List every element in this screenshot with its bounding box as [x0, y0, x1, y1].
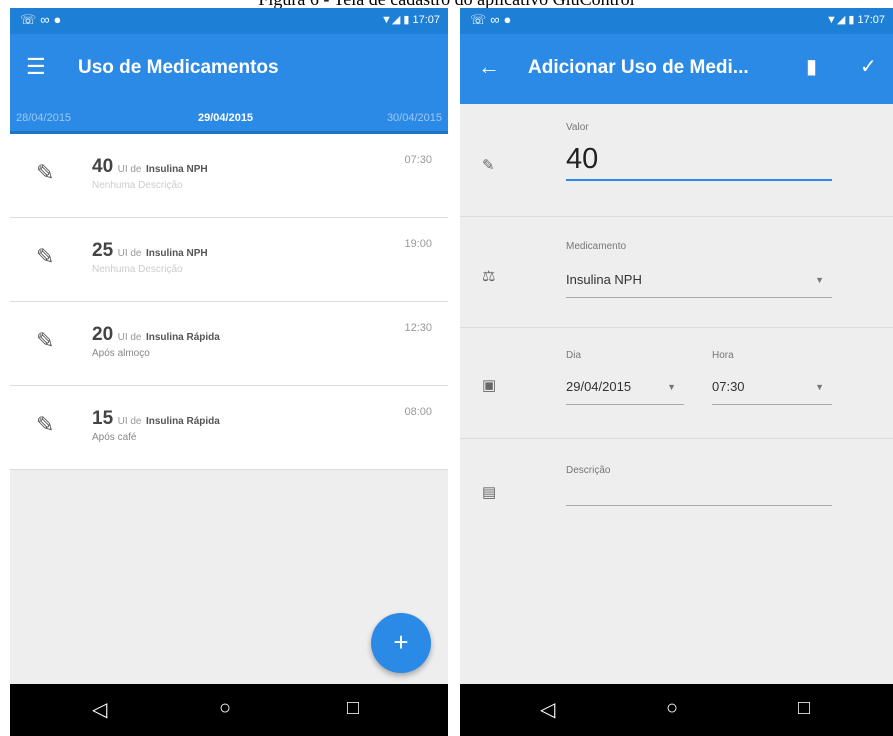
notification-icons: ☏∞● — [470, 12, 516, 27]
entry-value: 40 — [92, 156, 114, 177]
entry-medication: Insulina Rápida — [145, 332, 220, 343]
day-label: Dia — [566, 350, 582, 361]
status-bar: ☏∞● ▼◢ ▮ 17:07 — [460, 8, 893, 34]
entry-time: 07:30 — [404, 154, 432, 166]
tab-next-date[interactable]: 30/04/2015 — [387, 112, 442, 124]
system-icons: ▼◢ ▮ 17:07 — [380, 14, 440, 26]
syringe-icon: ✎ — [36, 412, 55, 437]
entry-medication: Insulina NPH — [145, 164, 208, 175]
recents-square-icon[interactable]: □ — [798, 697, 810, 720]
syringe-icon: ✎ — [36, 328, 55, 353]
system-icons: ▼◢ ▮ 17:07 — [825, 14, 885, 26]
back-triangle-icon[interactable]: ◁ — [540, 697, 555, 722]
list-item[interactable]: ✎ 20 UI de Insulina Rápida Após almoço 1… — [10, 302, 448, 386]
android-nav-bar: ◁ ○ □ — [10, 684, 448, 736]
recents-square-icon[interactable]: □ — [347, 697, 359, 720]
figure-caption-text: Figura 6 - Tela de cadastro do aplicativ… — [0, 0, 893, 8]
entry-time: 08:00 — [404, 406, 432, 418]
syringe-icon: ✎ — [482, 157, 495, 174]
home-circle-icon[interactable]: ○ — [666, 697, 678, 720]
entry-description: Nenhuma Descrição — [92, 180, 183, 191]
entry-unit: UI de — [117, 248, 142, 259]
medication-label: Medicamento — [566, 241, 627, 252]
android-nav-bar: ◁ ○ □ — [460, 684, 893, 736]
list-item[interactable]: ✎ 15 UI de Insulina Rápida Após café 08:… — [10, 386, 448, 470]
medication-list: ✎ 40 UI de Insulina NPH Nenhuma Descriçã… — [10, 134, 448, 470]
day-selected: 29/04/2015 — [566, 379, 632, 394]
hour-label: Hora — [712, 350, 734, 361]
medication-section: ⚖ Medicamento Insulina NPH ▼ — [460, 217, 893, 328]
document-icon: ▤ — [482, 484, 497, 501]
medication-selected: Insulina NPH — [566, 272, 642, 287]
tab-prev-date[interactable]: 28/04/2015 — [16, 112, 71, 124]
list-item[interactable]: ✎ 25 UI de Insulina NPH Nenhuma Descriçã… — [10, 218, 448, 302]
entry-unit: UI de — [117, 416, 142, 427]
medication-select[interactable]: Insulina NPH ▼ — [566, 269, 832, 298]
app-toolbar: ← Adicionar Uso de Medi... ▮ ✓ — [460, 34, 893, 104]
entry-value: 25 — [92, 240, 114, 261]
value-label: Valor — [566, 122, 589, 133]
entry-unit: UI de — [117, 332, 142, 343]
entry-medication: Insulina Rápida — [145, 416, 220, 427]
menu-icon[interactable]: ☰ — [26, 54, 46, 80]
description-input[interactable] — [566, 497, 832, 506]
description-label: Descrição — [566, 465, 611, 476]
trash-icon[interactable]: ▮ — [806, 54, 817, 79]
figure-caption: Figura 6 - Tela de cadastro do aplicativ… — [0, 0, 893, 8]
date-tabs: 28/04/2015 29/04/2015 30/04/2015 — [10, 104, 448, 134]
check-icon[interactable]: ✓ — [860, 54, 877, 79]
entry-description: Após almoço — [92, 348, 150, 359]
entry-time: 19:00 — [404, 238, 432, 250]
add-entry-button[interactable]: + — [371, 613, 431, 673]
syringe-icon: ✎ — [36, 160, 55, 185]
status-time: 17:07 — [412, 14, 440, 26]
entry-description: Nenhuma Descrição — [92, 264, 183, 275]
medication-form: ✎ Valor 40 ⚖ Medicamento Insulina NPH ▼ … — [460, 104, 893, 539]
medicine-bottle-icon: ⚖ — [482, 268, 496, 285]
entry-medication: Insulina NPH — [145, 248, 208, 259]
entry-time: 12:30 — [404, 322, 432, 334]
calendar-icon: ▣ — [482, 377, 497, 394]
status-bar: ☏∞● ▼◢ ▮ 17:07 — [10, 8, 448, 34]
plus-icon: + — [393, 627, 409, 657]
medication-list-screen: ☏∞● ▼◢ ▮ 17:07 ☰ Uso de Medicamentos 28/… — [10, 8, 448, 736]
hour-selected: 07:30 — [712, 379, 745, 394]
dropdown-arrow-icon: ▼ — [815, 275, 824, 285]
status-time: 17:07 — [857, 14, 885, 26]
dropdown-arrow-icon: ▼ — [667, 382, 676, 392]
description-section: ▤ Descrição — [460, 439, 893, 539]
back-triangle-icon[interactable]: ◁ — [92, 697, 107, 722]
date-time-section: ▣ Dia 29/04/2015 ▼ Hora 07:30 ▼ — [460, 328, 893, 439]
home-circle-icon[interactable]: ○ — [219, 697, 231, 720]
page-title: Adicionar Uso de Medi... — [528, 57, 749, 78]
day-select[interactable]: 29/04/2015 ▼ — [566, 376, 684, 405]
value-input[interactable]: 40 — [566, 139, 832, 181]
tab-current-date[interactable]: 29/04/2015 — [198, 112, 253, 124]
entry-description: Após café — [92, 432, 137, 443]
entry-value: 15 — [92, 408, 114, 429]
hour-select[interactable]: 07:30 ▼ — [712, 376, 832, 405]
entry-value: 20 — [92, 324, 114, 345]
notification-icons: ☏∞● — [20, 12, 66, 27]
back-arrow-icon[interactable]: ← — [478, 54, 500, 80]
add-medication-screen: ☏∞● ▼◢ ▮ 17:07 ← Adicionar Uso de Medi..… — [460, 8, 893, 736]
value-section: ✎ Valor 40 — [460, 104, 893, 217]
entry-unit: UI de — [117, 164, 142, 175]
list-item[interactable]: ✎ 40 UI de Insulina NPH Nenhuma Descriçã… — [10, 134, 448, 218]
syringe-icon: ✎ — [36, 244, 55, 269]
page-title: Uso de Medicamentos — [78, 57, 279, 78]
dropdown-arrow-icon: ▼ — [815, 382, 824, 392]
app-toolbar: ☰ Uso de Medicamentos — [10, 34, 448, 104]
